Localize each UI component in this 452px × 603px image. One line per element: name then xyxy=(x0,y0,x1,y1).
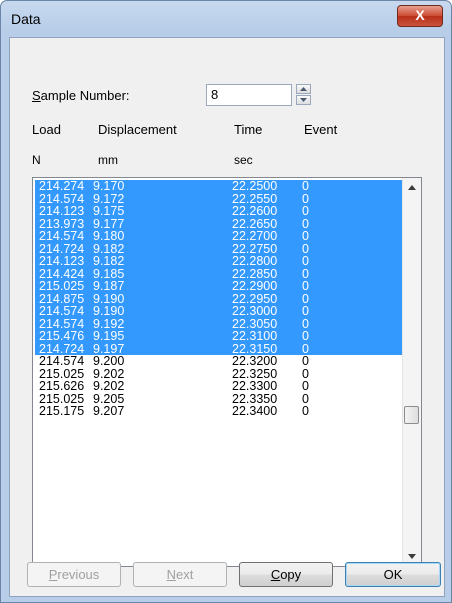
cell-time: 22.3000 xyxy=(232,304,278,318)
next-button[interactable]: Next xyxy=(133,562,227,587)
cell-event: 0 xyxy=(302,329,309,343)
spin-down-icon xyxy=(300,98,307,102)
sample-number-spinner xyxy=(296,84,312,106)
data-listbox[interactable]: 214.274 9.170 22.2500 0 214.574 9.172 22.2550 0… xyxy=(32,177,422,567)
cell-load: 215.626 xyxy=(39,379,85,393)
unit-load: N xyxy=(32,153,41,167)
cell-displacement: 9.195 xyxy=(93,329,125,343)
cell-event: 0 xyxy=(302,229,309,243)
previous-button[interactable]: Previous xyxy=(27,562,121,587)
close-icon: X xyxy=(415,7,425,23)
cell-displacement: 9.202 xyxy=(93,379,125,393)
cell-load: 214.574 xyxy=(39,229,85,243)
cell-time: 22.3400 xyxy=(232,404,278,418)
list-item[interactable]: 214.274 9.170 22.2500 0 xyxy=(35,180,403,193)
unit-time: sec xyxy=(234,153,253,167)
cell-event: 0 xyxy=(302,354,309,368)
cell-time: 22.2600 xyxy=(232,204,278,218)
list-item[interactable]: 214.424 9.185 22.2850 0 xyxy=(35,267,403,280)
header-load: Load xyxy=(32,122,61,137)
sample-number-label: Sample Number: xyxy=(32,88,130,103)
sample-number-input[interactable]: 8 xyxy=(206,84,292,106)
cell-event: 0 xyxy=(302,304,309,318)
cell-time: 22.3100 xyxy=(232,329,278,343)
cell-time: 22.2500 xyxy=(232,179,278,193)
list-item[interactable]: 214.123 9.175 22.2600 0 xyxy=(35,205,403,218)
cell-time: 22.3200 xyxy=(232,354,278,368)
dialog-body: Sample Number: 8 Load Displacement Time … xyxy=(9,37,445,597)
cell-event: 0 xyxy=(302,379,309,393)
title-bar[interactable]: Data X xyxy=(1,1,451,37)
cell-displacement: 9.200 xyxy=(93,354,125,368)
cell-event: 0 xyxy=(302,179,309,193)
window-title: Data xyxy=(11,11,41,27)
cell-displacement: 9.175 xyxy=(93,204,125,218)
copy-button[interactable]: Copy xyxy=(239,562,333,587)
cell-load: 215.025 xyxy=(39,279,85,293)
header-event: Event xyxy=(304,122,338,137)
cell-load: 215.175 xyxy=(39,404,85,418)
scroll-up-button[interactable] xyxy=(403,179,421,197)
spin-up-button[interactable] xyxy=(296,84,311,94)
scroll-up-arrow-icon xyxy=(408,185,416,190)
vertical-scrollbar[interactable] xyxy=(402,178,421,566)
cell-event: 0 xyxy=(302,254,309,268)
list-item[interactable]: 215.025 9.205 22.3350 0 xyxy=(35,392,403,406)
cell-event: 0 xyxy=(302,279,309,293)
list-item[interactable]: 214.724 9.182 22.2750 0 xyxy=(35,242,403,255)
cell-load: 214.274 xyxy=(39,179,85,193)
cell-displacement: 9.187 xyxy=(93,279,125,293)
list-item[interactable]: 215.626 9.202 22.3300 0 xyxy=(35,380,403,393)
cell-displacement: 9.182 xyxy=(93,254,125,268)
cell-displacement: 9.170 xyxy=(93,179,125,193)
data-rows: 214.274 9.170 22.2500 0 214.574 9.172 22.2550 0… xyxy=(35,180,403,418)
cell-event: 0 xyxy=(302,404,309,418)
list-item[interactable]: 214.574 9.192 22.3050 0 xyxy=(35,317,403,330)
list-item[interactable]: 213.973 9.177 22.2650 0 xyxy=(35,217,403,230)
unit-displacement: mm xyxy=(98,153,118,167)
cell-time: 22.3300 xyxy=(232,379,278,393)
cell-displacement: 9.190 xyxy=(93,304,125,318)
list-item[interactable]: 214.875 9.190 22.2950 0 xyxy=(35,292,403,305)
close-button[interactable]: X xyxy=(397,5,443,27)
list-item[interactable]: 214.574 9.180 22.2700 0 xyxy=(35,230,403,243)
list-item[interactable]: 215.476 9.195 22.3100 0 xyxy=(35,330,403,343)
list-item[interactable]: 215.025 9.202 22.3250 0 xyxy=(35,367,403,381)
list-item[interactable]: 215.175 9.207 22.3400 0 xyxy=(35,405,403,418)
list-item[interactable]: 214.574 9.190 22.3000 0 xyxy=(35,305,403,318)
scroll-thumb[interactable] xyxy=(404,406,419,424)
spin-down-button[interactable] xyxy=(296,95,311,105)
spin-up-icon xyxy=(300,87,307,91)
header-time: Time xyxy=(234,122,263,137)
cell-event: 0 xyxy=(302,204,309,218)
ok-button[interactable]: OK xyxy=(345,562,441,587)
list-item[interactable]: 214.574 9.172 22.2550 0 xyxy=(35,192,403,205)
list-item[interactable]: 214.724 9.197 22.3150 0 xyxy=(35,342,403,355)
cell-displacement: 9.180 xyxy=(93,229,125,243)
cell-load: 214.574 xyxy=(39,354,85,368)
cell-load: 214.123 xyxy=(39,204,85,218)
header-displacement: Displacement xyxy=(98,122,177,137)
data-dialog: Data X Sample Number: 8 Load Displacemen… xyxy=(0,0,452,603)
cell-time: 22.2800 xyxy=(232,254,278,268)
cell-load: 214.123 xyxy=(39,254,85,268)
cell-load: 214.574 xyxy=(39,304,85,318)
cell-time: 22.2900 xyxy=(232,279,278,293)
cell-load: 215.476 xyxy=(39,329,85,343)
list-item[interactable]: 214.123 9.182 22.2800 0 xyxy=(35,255,403,268)
list-item[interactable]: 215.025 9.187 22.2900 0 xyxy=(35,280,403,293)
cell-time: 22.2700 xyxy=(232,229,278,243)
sample-number-value: 8 xyxy=(211,87,219,102)
list-item[interactable]: 214.574 9.200 22.3200 0 xyxy=(35,355,403,368)
cell-displacement: 9.207 xyxy=(93,404,125,418)
